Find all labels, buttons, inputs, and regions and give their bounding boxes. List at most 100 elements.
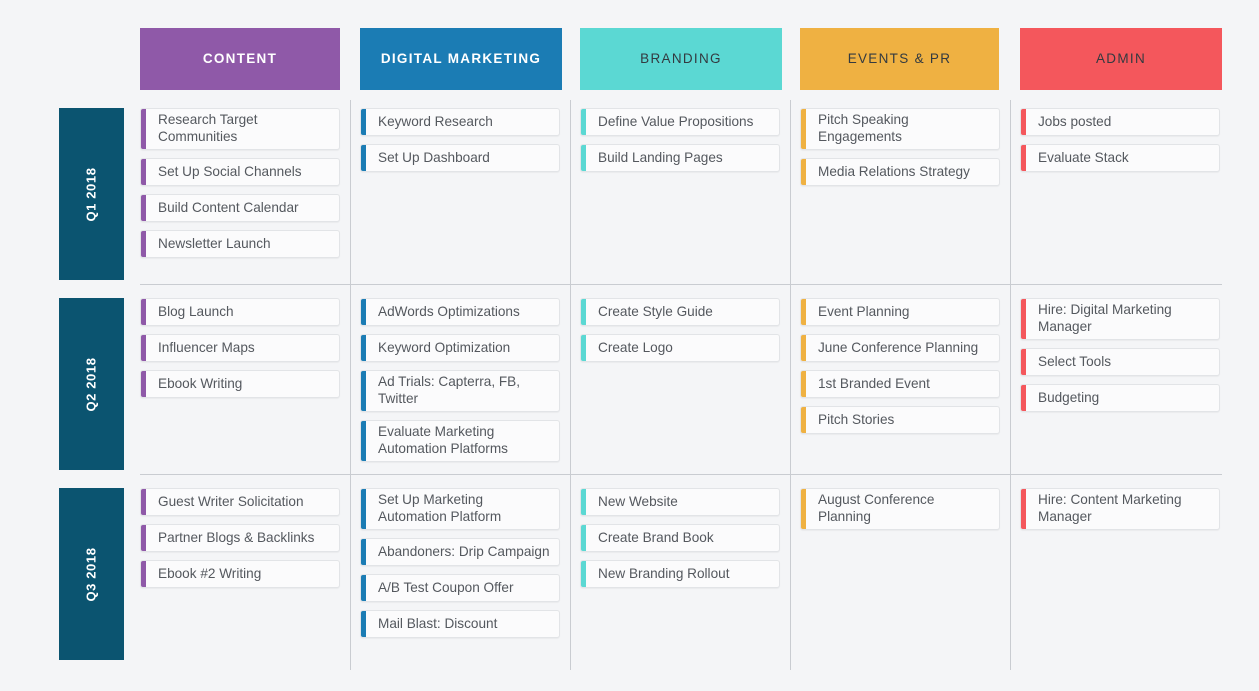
task-card[interactable]: Create Brand Book [580, 524, 780, 552]
task-card[interactable]: Blog Launch [140, 298, 340, 326]
column-header-content[interactable]: CONTENT [140, 28, 340, 90]
task-card[interactable]: Define Value Propositions [580, 108, 780, 136]
task-card[interactable]: Keyword Optimization [360, 334, 560, 362]
task-card-label: Hire: Digital Marketing Manager [1038, 302, 1172, 334]
task-card-accent-bar [801, 299, 806, 325]
task-card-accent-bar [141, 195, 146, 221]
column-header-row: CONTENT DIGITAL MARKETING BRANDING EVENTS &… [0, 28, 1259, 90]
task-card[interactable]: Build Content Calendar [140, 194, 340, 222]
task-card[interactable]: Newsletter Launch [140, 230, 340, 258]
task-card[interactable]: Hire: Digital Marketing Manager [1020, 298, 1220, 340]
task-card-label: Evaluate Stack [1038, 149, 1129, 165]
task-card[interactable]: August Conference Planning [800, 488, 1000, 530]
task-card[interactable]: Ebook #2 Writing [140, 560, 340, 588]
task-card-label: Set Up Marketing Automation Platform [378, 492, 502, 524]
task-card-label: Keyword Optimization [378, 339, 511, 355]
column-header-label: ADMIN [1096, 51, 1146, 67]
task-card-accent-bar [581, 145, 586, 171]
task-card[interactable]: Set Up Marketing Automation Platform [360, 488, 560, 530]
task-card-label: 1st Branded Event [818, 375, 930, 391]
task-card[interactable]: Pitch Stories [800, 406, 1000, 434]
task-card-label: Define Value Propositions [598, 113, 754, 129]
task-card[interactable]: Ad Trials: Capterra, FB, Twitter [360, 370, 560, 412]
task-card-accent-bar [581, 489, 586, 515]
task-card-label: Guest Writer Solicitation [158, 493, 304, 509]
column-header-label: EVENTS & PR [847, 51, 952, 67]
task-card[interactable]: 1st Branded Event [800, 370, 1000, 398]
task-card[interactable]: Evaluate Stack [1020, 144, 1220, 172]
task-card-accent-bar [361, 335, 366, 361]
quarter-label-q1: Q1 2018 [59, 108, 124, 280]
task-card-label: Ad Trials: Capterra, FB, Twitter [378, 374, 521, 406]
column-divider-0 [350, 100, 351, 670]
task-card-label: Create Brand Book [598, 529, 714, 545]
task-card-accent-bar [361, 145, 366, 171]
task-card[interactable]: Keyword Research [360, 108, 560, 136]
task-card[interactable]: A/B Test Coupon Offer [360, 574, 560, 602]
task-card[interactable]: Set Up Dashboard [360, 144, 560, 172]
task-card[interactable]: Select Tools [1020, 348, 1220, 376]
task-card-label: June Conference Planning [818, 339, 979, 355]
task-card[interactable]: Set Up Social Channels [140, 158, 340, 186]
task-card[interactable]: New Branding Rollout [580, 560, 780, 588]
row-divider-0 [140, 284, 1222, 285]
task-card[interactable]: Partner Blogs & Backlinks [140, 524, 340, 552]
task-card-accent-bar [801, 159, 806, 185]
task-card[interactable]: Media Relations Strategy [800, 158, 1000, 186]
task-card-label: New Website [598, 493, 678, 509]
task-card[interactable]: Pitch Speaking Engagements [800, 108, 1000, 150]
column-header-events-pr[interactable]: EVENTS & PR [800, 28, 999, 90]
task-card-accent-bar [141, 335, 146, 361]
task-card-accent-bar [141, 561, 146, 587]
task-card[interactable]: Mail Blast: Discount [360, 610, 560, 638]
task-card[interactable]: Ebook Writing [140, 370, 340, 398]
task-card-label: Ebook #2 Writing [158, 565, 262, 581]
task-card-label: A/B Test Coupon Offer [378, 579, 514, 595]
column-header-admin[interactable]: ADMIN [1020, 28, 1222, 90]
column-header-branding[interactable]: BRANDING [580, 28, 782, 90]
task-card[interactable]: June Conference Planning [800, 334, 1000, 362]
row-divider-1 [140, 474, 1222, 475]
task-card[interactable]: Event Planning [800, 298, 1000, 326]
task-card[interactable]: Influencer Maps [140, 334, 340, 362]
task-card[interactable]: Create Style Guide [580, 298, 780, 326]
task-card-accent-bar [801, 371, 806, 397]
task-card-label: Newsletter Launch [158, 235, 271, 251]
task-card-accent-bar [1021, 145, 1026, 171]
task-card-label: Ebook Writing [158, 375, 243, 391]
column-header-digital-marketing[interactable]: DIGITAL MARKETING [360, 28, 562, 90]
quarter-label-text: Q1 2018 [83, 166, 99, 222]
task-card-label: New Branding Rollout [598, 565, 730, 581]
task-card-label: Create Logo [598, 339, 673, 355]
task-card[interactable]: Guest Writer Solicitation [140, 488, 340, 516]
task-card[interactable]: Research Target Communities [140, 108, 340, 150]
marketing-roadmap-board: CONTENT DIGITAL MARKETING BRANDING EVENTS &… [0, 0, 1259, 691]
column-divider-3 [1010, 100, 1011, 670]
task-card[interactable]: Create Logo [580, 334, 780, 362]
task-card[interactable]: Build Landing Pages [580, 144, 780, 172]
task-card-label: Jobs posted [1038, 113, 1112, 129]
task-card-label: Media Relations Strategy [818, 163, 970, 179]
task-card-label: Abandoners: Drip Campaign [378, 543, 550, 559]
task-card-accent-bar [801, 407, 806, 433]
column-header-label: DIGITAL MARKETING [380, 51, 542, 67]
task-card-label: Event Planning [818, 303, 910, 319]
task-card-accent-bar [1021, 349, 1026, 375]
task-card-accent-bar [801, 109, 806, 149]
task-card[interactable]: Jobs posted [1020, 108, 1220, 136]
task-card-accent-bar [1021, 109, 1026, 135]
task-card[interactable]: New Website [580, 488, 780, 516]
task-card-accent-bar [581, 335, 586, 361]
task-card[interactable]: AdWords Optimizations [360, 298, 560, 326]
task-card-accent-bar [581, 525, 586, 551]
task-card-accent-bar [361, 611, 366, 637]
task-card-accent-bar [361, 489, 366, 529]
task-card[interactable]: Hire: Content Marketing Manager [1020, 488, 1220, 530]
task-card-label: Create Style Guide [598, 303, 713, 319]
task-card[interactable]: Budgeting [1020, 384, 1220, 412]
task-card[interactable]: Evaluate Marketing Automation Platforms [360, 420, 560, 462]
task-card[interactable]: Abandoners: Drip Campaign [360, 538, 560, 566]
task-card-label: Set Up Dashboard [378, 149, 490, 165]
task-card-accent-bar [141, 299, 146, 325]
task-card-label: Influencer Maps [158, 339, 255, 355]
